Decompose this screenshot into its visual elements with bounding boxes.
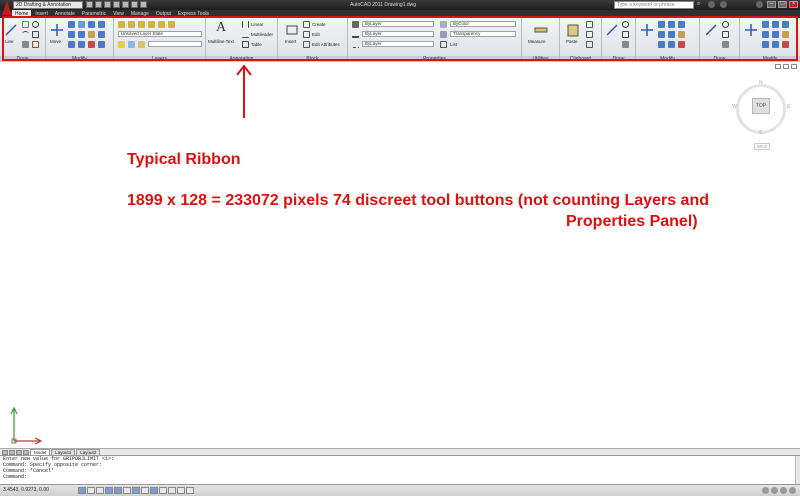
object-snap-tracking-icon[interactable] bbox=[132, 487, 140, 494]
favorites-icon[interactable] bbox=[720, 1, 727, 8]
coordinate-readout[interactable]: 3.4543, 0.9273, 0.00 bbox=[3, 487, 49, 494]
new-icon[interactable] bbox=[86, 1, 93, 8]
compass-east[interactable]: E bbox=[787, 104, 790, 110]
3d-object-snap-icon[interactable] bbox=[123, 487, 131, 494]
quick-access-toolbar bbox=[86, 1, 147, 9]
maximize-button[interactable]: □ bbox=[778, 1, 787, 8]
arrow-up-icon bbox=[236, 64, 252, 118]
compass-south[interactable]: S bbox=[759, 130, 762, 136]
drawing-minimize-button[interactable] bbox=[775, 64, 781, 69]
annotation-line-1: 1899 x 128 = 233072 pixels 74 discreet t… bbox=[127, 192, 709, 209]
open-icon[interactable] bbox=[95, 1, 102, 8]
snap-mode-icon[interactable] bbox=[78, 487, 86, 494]
drawing-window-controls bbox=[775, 64, 797, 69]
plot-icon[interactable] bbox=[140, 1, 147, 8]
allow-disallow-ucs-icon[interactable] bbox=[141, 487, 149, 494]
window-title: AutoCAD 2011 Drawing1.dwg bbox=[350, 2, 417, 8]
layout-tabs-bar: Model Layout1 Layout2 bbox=[0, 448, 800, 456]
ribbon-highlight-box bbox=[2, 16, 798, 61]
lineweight-toggle-icon[interactable] bbox=[159, 487, 167, 494]
ucs-icon bbox=[10, 406, 43, 445]
clean-screen-icon[interactable] bbox=[789, 487, 796, 494]
quick-properties-icon[interactable] bbox=[177, 487, 185, 494]
status-bar: 3.4543, 0.9273, 0.00 bbox=[0, 484, 800, 496]
save-as-icon[interactable] bbox=[113, 1, 120, 8]
object-snap-icon[interactable] bbox=[114, 487, 122, 494]
redo-icon[interactable] bbox=[131, 1, 138, 8]
status-tray bbox=[762, 487, 796, 494]
title-bar: 2D Drafting & Annotation AutoCAD 2011 Dr… bbox=[0, 0, 800, 10]
last-tab-arrow-icon[interactable] bbox=[23, 449, 29, 455]
annotation-scale-icon[interactable] bbox=[762, 487, 769, 494]
next-tab-arrow-icon[interactable] bbox=[16, 449, 22, 455]
viewcube[interactable]: TOP N S E W bbox=[730, 78, 794, 138]
dynamic-input-icon[interactable] bbox=[150, 487, 158, 494]
window-controls: – □ × bbox=[767, 1, 798, 8]
prev-tab-arrow-icon[interactable] bbox=[9, 449, 15, 455]
first-tab-arrow-icon[interactable] bbox=[2, 449, 8, 455]
lock-ui-icon[interactable] bbox=[780, 487, 787, 494]
save-icon[interactable] bbox=[104, 1, 111, 8]
selection-cycling-icon[interactable] bbox=[186, 487, 194, 494]
drawing-restore-button[interactable] bbox=[783, 64, 789, 69]
wcs-menu[interactable]: WCS bbox=[754, 143, 770, 150]
viewcube-top-face[interactable]: TOP bbox=[752, 98, 770, 114]
workspace-switching-icon[interactable] bbox=[771, 487, 778, 494]
command-line-scrollbar[interactable] bbox=[795, 456, 800, 485]
close-button[interactable]: × bbox=[789, 1, 798, 8]
communication-center-icon[interactable] bbox=[708, 1, 715, 8]
compass-north[interactable]: N bbox=[759, 80, 763, 86]
drawing-close-button[interactable] bbox=[791, 64, 797, 69]
ortho-mode-icon[interactable] bbox=[96, 487, 104, 494]
command-input[interactable]: Command: bbox=[0, 474, 800, 480]
search-input[interactable]: Type a keyword or phrase bbox=[614, 1, 694, 9]
grid-display-icon[interactable] bbox=[87, 487, 95, 494]
minimize-button[interactable]: – bbox=[767, 1, 776, 8]
compass-west[interactable]: W bbox=[732, 104, 737, 110]
annotation-heading: Typical Ribbon bbox=[127, 151, 241, 168]
search-icon[interactable]: ⌕ bbox=[697, 1, 704, 8]
undo-icon[interactable] bbox=[122, 1, 129, 8]
command-line-window[interactable]: Enter new value for GRIPOBJLIMIT <1>: Co… bbox=[0, 455, 800, 485]
drafting-toggles bbox=[78, 487, 194, 494]
transparency-toggle-icon[interactable] bbox=[168, 487, 176, 494]
help-icon[interactable] bbox=[756, 1, 763, 8]
polar-tracking-icon[interactable] bbox=[105, 487, 113, 494]
workspace-dropdown[interactable]: 2D Drafting & Annotation bbox=[13, 1, 83, 9]
annotation-line-2: Properties Panel) bbox=[566, 213, 698, 230]
